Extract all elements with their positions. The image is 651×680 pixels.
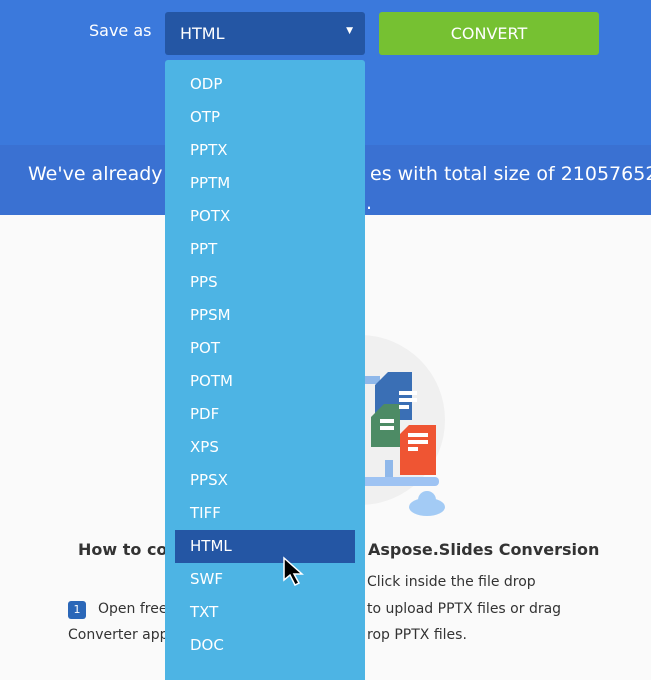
howto-line3-left: Converter app — [68, 627, 169, 643]
stats-text-line2: . — [366, 192, 373, 214]
dropdown-option-potx[interactable]: POTX — [175, 200, 355, 233]
caret-down-icon: ▼ — [346, 26, 353, 36]
dropdown-option-ppsx[interactable]: PPSX — [175, 464, 355, 497]
mouse-cursor-icon — [283, 556, 304, 587]
step-number-badge: 1 — [68, 601, 86, 619]
howto-line2-right: to upload PPTX files or drag — [367, 601, 562, 617]
dropdown-option-txt[interactable]: TXT — [175, 596, 355, 629]
dropdown-option-pps[interactable]: PPS — [175, 266, 355, 299]
dropdown-option-potm[interactable]: POTM — [175, 365, 355, 398]
howto-line3-right: rop PPTX files. — [367, 627, 467, 643]
howto-title-left: How to co — [78, 540, 168, 559]
dropdown-option-pot[interactable]: POT — [175, 332, 355, 365]
format-dropdown-menu: ODP OTP PPTX PPTM POTX PPT PPS PPSM POT POTM PDF XP… — [165, 60, 365, 680]
dropdown-option-html[interactable]: HTML — [175, 530, 355, 563]
selected-format: HTML — [180, 24, 225, 43]
dropdown-option-doc[interactable]: DOC — [175, 629, 355, 662]
dropdown-option-xps[interactable]: XPS — [175, 431, 355, 464]
stats-text-right: es with total size of 21057652 — [370, 163, 651, 185]
dropdown-option-tiff[interactable]: TIFF — [175, 497, 355, 530]
howto-line1-right: Click inside the file drop — [367, 574, 536, 590]
dropdown-option-pptm[interactable]: PPTM — [175, 167, 355, 200]
dropdown-option-odp[interactable]: ODP — [175, 68, 355, 101]
dropdown-option-pdf[interactable]: PDF — [175, 398, 355, 431]
save-as-label: Save as — [89, 21, 152, 40]
dropdown-option-ppt[interactable]: PPT — [175, 233, 355, 266]
dropdown-option-swf[interactable]: SWF — [175, 563, 355, 596]
dropdown-option-pptx[interactable]: PPTX — [175, 134, 355, 167]
dropdown-option-ppsm[interactable]: PPSM — [175, 299, 355, 332]
format-select[interactable]: HTML ▼ — [165, 12, 365, 55]
stats-text-left: We've already p — [28, 163, 181, 185]
howto-line1-left: Open free — [98, 601, 168, 617]
convert-button[interactable]: CONVERT — [379, 12, 599, 55]
howto-title-right: Aspose.Slides Conversion — [368, 540, 600, 559]
dropdown-option-otp[interactable]: OTP — [175, 101, 355, 134]
